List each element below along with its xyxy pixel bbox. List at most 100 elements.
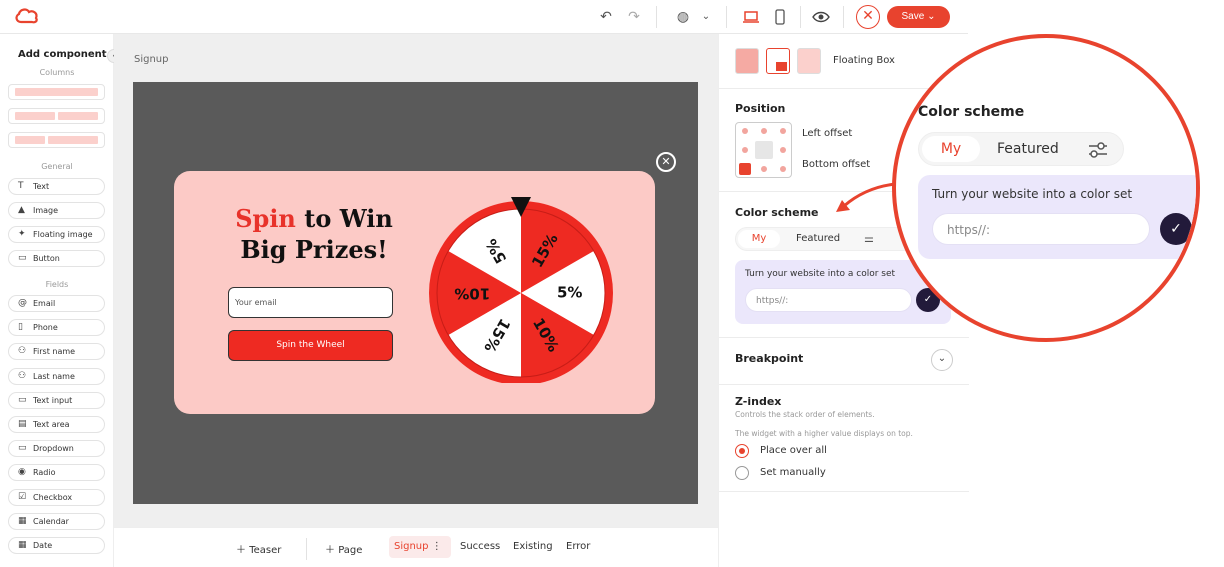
headline-highlight: Spin [235,204,296,233]
preview-eye-icon[interactable] [811,8,831,26]
component-image[interactable]: ▲ Image [8,202,105,219]
add-teaser-button[interactable]: ＋ Teaser [236,541,281,556]
component-first-name[interactable]: ⚇ First name [8,343,105,360]
zoom-tab-my[interactable]: My [922,136,980,162]
tab-signup[interactable]: Signup ⋮ [394,541,442,552]
place-over-all-label: Place over all [760,445,827,456]
popup-headline[interactable]: Spin to Win Big Prizes! [214,203,414,265]
layout-popup-option[interactable] [797,48,821,74]
zoom-callout: Color scheme My Featured Turn your websi… [892,34,1200,342]
sliders-icon[interactable]: ⚌ [864,232,874,245]
callout-arrow [836,182,897,212]
component-calendar[interactable]: ▦ Calendar [8,513,105,530]
text-icon: T [18,181,24,191]
layout-floating-box-option[interactable] [766,48,790,74]
radio-place-over-all[interactable] [735,444,749,458]
spin-wheel-button[interactable]: Spin the Wheel [228,330,393,361]
website-url-input[interactable]: https//: [745,288,912,312]
component-label: Text input [33,396,73,405]
tab-success[interactable]: Success [460,541,500,552]
headline-text-line2: Big Prizes! [240,235,388,264]
save-button[interactable]: Save ⌄ [887,6,950,28]
breakpoint-chevron-down-icon[interactable]: ⌄ [931,349,953,371]
component-last-name[interactable]: ⚇ Last name [8,368,105,385]
panel-divider [719,491,969,492]
desktop-icon[interactable] [741,8,761,26]
prize-wheel[interactable]: 15%5%10%15%10%5% [426,193,616,383]
undo-icon[interactable]: ↶ [596,8,616,26]
add-page-button[interactable]: ＋ Page [325,541,362,556]
close-editor-button[interactable]: ✕ [856,5,880,29]
dropdown-icon: ▭ [18,443,27,453]
general-section-label: General [41,162,73,171]
component-floating-image[interactable]: ✦ Floating image [8,226,105,243]
popup-widget[interactable]: Spin to Win Big Prizes! Your email Spin … [174,171,655,414]
component-email[interactable]: @ Email [8,295,105,312]
columns-section-label: Columns [39,68,75,77]
email-input[interactable]: Your email [228,287,393,318]
zoom-website-url-input[interactable]: https//: [932,213,1150,245]
checkbox-icon: ☑ [18,492,27,502]
component-label: Phone [33,323,58,332]
phone-icon: ▯ [18,322,23,332]
layout-fullscreen-option[interactable] [735,48,759,74]
component-label: Radio [33,468,56,477]
save-label: Save [901,11,925,22]
component-text[interactable]: T Text [8,178,105,195]
column-layout-3[interactable] [8,132,105,148]
position-title: Position [735,102,786,115]
image-icon: ▲ [18,205,25,215]
position-grid[interactable] [735,122,792,178]
component-label: Dropdown [33,444,74,453]
radio-set-manually[interactable] [735,466,749,480]
radio-icon: ◉ [18,467,26,477]
component-label: Text [33,182,50,191]
set-manually-label: Set manually [760,467,826,478]
zoom-confirm-check-icon[interactable]: ✓ [1160,213,1192,245]
tab-my[interactable]: My [738,230,780,248]
chevron-down-icon[interactable]: ⌄ [696,8,716,26]
column-layout-1[interactable] [8,84,105,100]
tab-featured[interactable]: Featured [796,230,840,248]
component-radio[interactable]: ◉ Radio [8,464,105,481]
floating-box-preview [776,62,787,71]
component-checkbox[interactable]: ☑ Checkbox [8,489,105,506]
redo-icon[interactable]: ↷ [624,8,644,26]
position-selected-bottom-left [739,163,751,175]
tab-existing[interactable]: Existing [513,541,553,552]
component-label: Image [33,206,59,215]
left-offset-label[interactable]: Left offset [802,128,852,139]
wheel-slice-label: 10% [454,285,490,303]
tab-error[interactable]: Error [566,541,590,552]
column-layout-2[interactable] [8,108,105,124]
zoom-color-scheme-title: Color scheme [918,104,1025,120]
globe-icon[interactable]: ◍ [673,8,693,26]
color-scheme-tabs: My Featured ⚌ [735,227,915,251]
person-icon: ⚇ [18,346,27,356]
more-vertical-icon[interactable]: ⋮ [432,541,442,552]
popup-close-icon[interactable]: ✕ [656,152,676,172]
floating-image-icon: ✦ [18,229,26,239]
component-phone[interactable]: ▯ Phone [8,319,105,336]
fields-section-label: Fields [45,280,69,289]
tab-label: Signup [394,541,429,552]
bottom-offset-label[interactable]: Bottom offset [802,159,870,170]
at-icon: @ [18,298,27,308]
breadcrumb: Signup [134,54,169,65]
component-label: Calendar [33,517,69,526]
mobile-icon[interactable] [770,8,790,26]
person-icon: ⚇ [18,371,27,381]
toolbar-divider [843,6,844,28]
zoom-sliders-icon[interactable] [1087,140,1109,160]
component-dropdown[interactable]: ▭ Dropdown [8,440,105,457]
component-button[interactable]: ▭ Button [8,250,105,267]
component-text-area[interactable]: ▤ Text area [8,416,105,433]
component-text-input[interactable]: ▭ Text input [8,392,105,409]
zoom-tab-featured[interactable]: Featured [997,136,1059,162]
zoom-color-scheme-tabs: My Featured [918,132,1124,166]
component-date[interactable]: ▦ Date [8,537,105,554]
component-label: Date [33,541,53,550]
teaser-label: Teaser [249,545,282,556]
date-icon: ▦ [18,540,27,550]
component-label: Last name [33,372,75,381]
